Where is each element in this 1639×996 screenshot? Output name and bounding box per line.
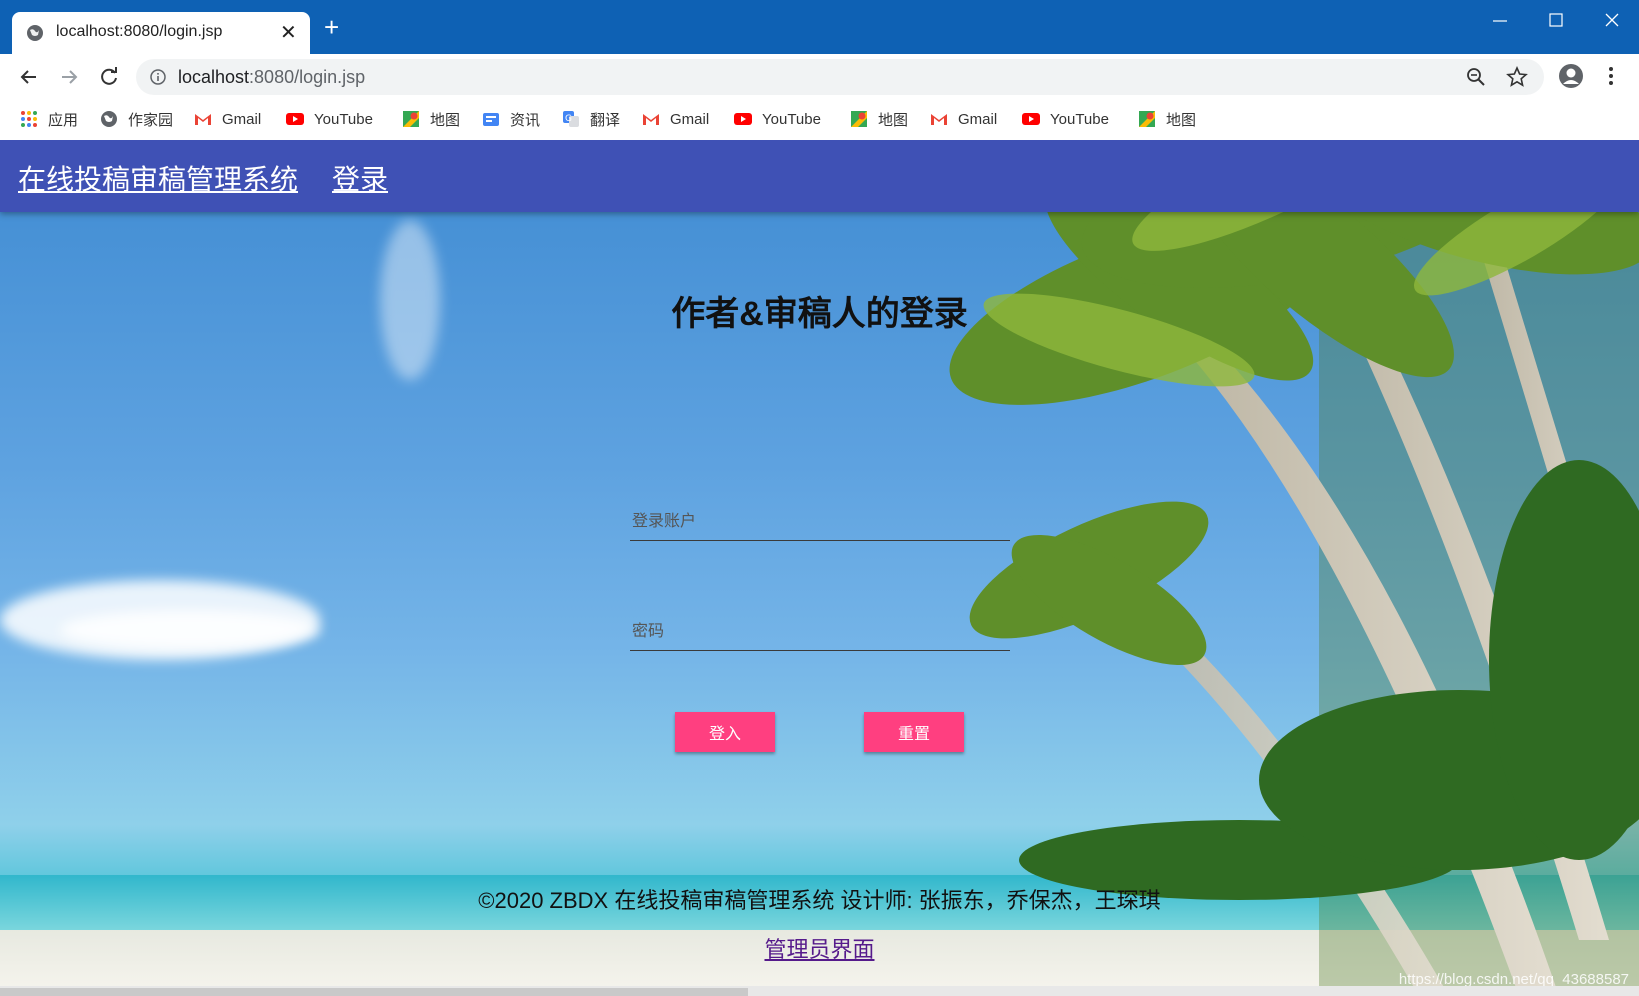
- bookmark-youtube[interactable]: YouTube: [734, 108, 821, 130]
- bookmark-label: 作家园: [128, 111, 174, 129]
- maps-icon: [402, 110, 420, 128]
- bookmark-label: 地图: [430, 111, 461, 129]
- gmail-icon: [930, 110, 948, 128]
- zoom-icon[interactable]: [1466, 67, 1486, 87]
- bookmark-youtube[interactable]: YouTube: [286, 108, 373, 130]
- bookmark-label: 资讯: [510, 111, 541, 129]
- browser-titlebar: localhost:8080/login.jsp ✕ +: [0, 0, 1639, 54]
- bookmark-label: 地图: [1166, 111, 1197, 129]
- bookmark-maps[interactable]: 地图: [402, 108, 460, 130]
- tab-title: localhost:8080/login.jsp: [56, 23, 223, 40]
- footer-copyright: ©2020 ZBDX 在线投稿审稿管理系统 设计师: 张振东，乔保杰，王琛琪: [478, 888, 1161, 913]
- back-icon[interactable]: [16, 64, 42, 90]
- apps-grid-icon: [20, 110, 38, 128]
- address-bar[interactable]: localhost:8080/login.jsp: [136, 59, 1544, 95]
- globe-icon: [27, 25, 43, 41]
- maximize-icon[interactable]: [1536, 8, 1576, 34]
- password-input[interactable]: [630, 614, 1014, 650]
- reset-button[interactable]: 重置: [864, 712, 964, 752]
- close-tab-icon[interactable]: ✕: [280, 20, 297, 45]
- bookmark-translate[interactable]: G 翻译: [562, 108, 620, 130]
- bookmark-apps[interactable]: 应用: [20, 108, 78, 130]
- bookmark-news[interactable]: 资讯: [482, 108, 540, 130]
- globe-icon: [100, 110, 118, 128]
- minimize-icon[interactable]: [1480, 8, 1520, 34]
- profile-icon[interactable]: [1558, 63, 1584, 89]
- gmail-icon: [194, 110, 212, 128]
- nav-login-link[interactable]: 登录: [332, 158, 388, 198]
- browser-tab[interactable]: localhost:8080/login.jsp ✕: [12, 12, 310, 54]
- menu-kebab-icon[interactable]: [1604, 63, 1618, 89]
- palm-trees-illustration: [949, 140, 1639, 996]
- app-navbar: 在线投稿审稿管理系统 登录: [0, 140, 1639, 212]
- reload-icon[interactable]: [96, 64, 122, 90]
- login-button[interactable]: 登入: [675, 712, 775, 752]
- bookmark-gmail[interactable]: Gmail: [642, 108, 709, 130]
- admin-link[interactable]: 管理员界面: [764, 937, 874, 962]
- youtube-icon: [286, 110, 304, 128]
- account-field[interactable]: [630, 504, 1014, 541]
- bookmark-label: Gmail: [222, 110, 262, 128]
- bookmark-label: 地图: [878, 111, 909, 129]
- new-tab-icon[interactable]: +: [324, 14, 339, 40]
- youtube-icon: [734, 110, 752, 128]
- window-close-icon[interactable]: [1592, 8, 1632, 34]
- bookmark-maps[interactable]: 地图: [1138, 108, 1196, 130]
- bookmark-maps[interactable]: 地图: [850, 108, 908, 130]
- bookmark-label: Gmail: [958, 110, 998, 128]
- maps-icon: [850, 110, 868, 128]
- translate-icon: G: [562, 110, 580, 128]
- bookmark-label: YouTube: [762, 110, 821, 128]
- brand-link[interactable]: 在线投稿审稿管理系统: [18, 158, 298, 198]
- bookmark-label: 翻译: [590, 111, 621, 129]
- browser-toolbar: localhost:8080/login.jsp: [0, 54, 1639, 100]
- cloud-shape: [60, 610, 320, 650]
- gmail-icon: [642, 110, 660, 128]
- bookmark-label: 应用: [48, 111, 79, 129]
- maps-icon: [1138, 110, 1156, 128]
- url-text[interactable]: localhost:8080/login.jsp: [178, 67, 365, 88]
- bookmark-label: YouTube: [1050, 110, 1109, 128]
- password-field[interactable]: [630, 614, 1014, 651]
- info-icon[interactable]: [150, 69, 166, 85]
- bookmark-zuojiayuan[interactable]: 作家园: [100, 108, 173, 130]
- footer-admin: 管理员界面: [0, 932, 1639, 964]
- forward-icon[interactable]: [56, 64, 82, 90]
- login-heading: 作者&审稿人的登录: [671, 295, 968, 333]
- bookmarks-bar: 应用 作家园 Gmail YouTube 地图 资讯 G 翻译 Gmail Yo…: [0, 100, 1639, 141]
- page-viewport: 在线投稿审稿管理系统 登录 作者&审稿人的登录 登入 重置 ©2020 ZBDX…: [0, 140, 1639, 996]
- horizontal-scrollbar[interactable]: [0, 986, 1639, 996]
- bookmark-star-icon[interactable]: [1506, 66, 1528, 88]
- news-icon: [482, 110, 500, 128]
- bookmark-gmail[interactable]: Gmail: [194, 108, 261, 130]
- bookmark-label: YouTube: [314, 110, 373, 128]
- scrollbar-thumb[interactable]: [0, 988, 748, 996]
- bookmark-youtube[interactable]: YouTube: [1022, 108, 1109, 130]
- youtube-icon: [1022, 110, 1040, 128]
- bookmark-gmail[interactable]: Gmail: [930, 108, 997, 130]
- svg-text:G: G: [565, 114, 572, 124]
- account-input[interactable]: [630, 504, 1014, 540]
- bookmark-label: Gmail: [670, 110, 710, 128]
